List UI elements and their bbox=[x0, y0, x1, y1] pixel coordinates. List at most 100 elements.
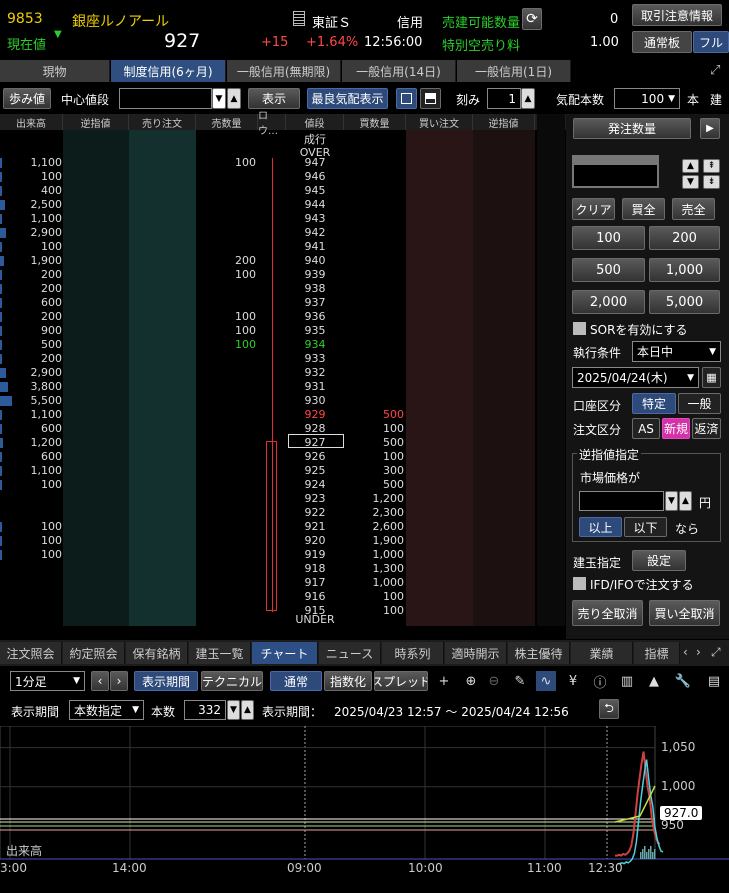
tab-indicators[interactable]: 指標 bbox=[634, 642, 680, 664]
buy-qty-cell[interactable] bbox=[344, 212, 404, 226]
expiry-date-select[interactable]: 2025/04/24(木) ▼ bbox=[572, 367, 699, 388]
price-cell[interactable]: 938 bbox=[286, 282, 344, 296]
buy-qty-cell[interactable]: 1,000 bbox=[344, 576, 405, 590]
price-cell[interactable]: 923 bbox=[286, 492, 344, 506]
buy-qty-cell[interactable] bbox=[344, 254, 404, 268]
price-cell[interactable]: 916 bbox=[286, 590, 344, 604]
interval-select[interactable]: 1分足 ▼ bbox=[10, 671, 85, 691]
tab-news[interactable]: ニュース bbox=[319, 642, 381, 664]
normal-board-button[interactable]: 通常板 bbox=[632, 31, 692, 53]
buy-qty-cell[interactable] bbox=[344, 324, 404, 338]
step-up-icon[interactable]: ▲ bbox=[521, 88, 535, 109]
price-cell[interactable]: 946 bbox=[286, 170, 344, 184]
quote-count-select[interactable]: 100 ▼ bbox=[614, 88, 680, 109]
sell-qty-cell[interactable] bbox=[196, 548, 256, 562]
price-cell[interactable]: 917 bbox=[286, 576, 344, 590]
document-icon[interactable] bbox=[293, 11, 305, 26]
index-mode-button[interactable]: 指数化 bbox=[324, 671, 372, 691]
best-quote-button[interactable]: 最良気配表示 bbox=[307, 88, 388, 109]
sell-qty-cell[interactable] bbox=[196, 576, 256, 590]
tab-positions[interactable]: 建玉一覧 bbox=[189, 642, 251, 664]
sell-qty-cell[interactable] bbox=[196, 492, 256, 506]
buy-qty-cell[interactable]: 500 bbox=[344, 436, 404, 450]
sell-qty-cell[interactable]: 100 bbox=[196, 310, 256, 324]
stop-above-button[interactable]: 以上 bbox=[579, 517, 622, 537]
sell-qty-cell[interactable] bbox=[196, 604, 256, 618]
price-cell[interactable]: 945 bbox=[286, 184, 344, 198]
info-icon[interactable]: ⓘ bbox=[590, 671, 610, 691]
sell-qty-cell[interactable] bbox=[196, 198, 256, 212]
sell-qty-cell[interactable] bbox=[196, 240, 256, 254]
qty-up-icon[interactable]: ▲ bbox=[682, 159, 699, 173]
sell-qty-cell[interactable] bbox=[196, 184, 256, 198]
price-cell[interactable]: 947 bbox=[286, 156, 344, 170]
candle-chart-icon[interactable]: ▥ bbox=[617, 671, 637, 691]
buy-qty-cell[interactable] bbox=[344, 156, 404, 170]
area-chart-icon[interactable]: ▲ bbox=[644, 671, 664, 691]
buy-qty-cell[interactable] bbox=[344, 310, 404, 324]
buy-qty-cell[interactable]: 1,300 bbox=[344, 562, 405, 576]
single-layout-icon[interactable] bbox=[396, 88, 417, 109]
price-cell[interactable]: 936 bbox=[286, 310, 344, 324]
price-cell[interactable]: 934 bbox=[286, 338, 344, 352]
crosshair-icon[interactable]: + bbox=[434, 671, 454, 691]
sell-qty-cell[interactable] bbox=[196, 282, 256, 296]
tab-chart[interactable]: チャート bbox=[252, 642, 318, 664]
price-cell[interactable]: 931 bbox=[286, 380, 344, 394]
buy-qty-cell[interactable] bbox=[344, 366, 404, 380]
buy-qty-cell[interactable]: 100 bbox=[344, 604, 404, 618]
buy-qty-cell[interactable] bbox=[344, 184, 404, 198]
sor-checkbox[interactable] bbox=[573, 322, 586, 335]
center-price-dropdown-icon[interactable]: ▼ bbox=[212, 88, 226, 109]
technical-button[interactable]: テクニカル bbox=[201, 671, 263, 691]
step-input[interactable]: 1 bbox=[487, 88, 521, 109]
bar-count-up-icon[interactable]: ▲ bbox=[241, 700, 254, 720]
sell-qty-cell[interactable] bbox=[196, 422, 256, 436]
buy-qty-cell[interactable] bbox=[344, 198, 404, 212]
qty-1000-button[interactable]: 1,000 bbox=[649, 258, 720, 282]
chart-prev-icon[interactable]: ‹ bbox=[91, 671, 109, 691]
price-cell[interactable]: 924 bbox=[286, 478, 344, 492]
tab-margin-6m[interactable]: 制度信用(6ヶ月) bbox=[111, 60, 226, 82]
buy-all-button[interactable]: 買全 bbox=[622, 198, 665, 220]
expand-icon[interactable]: ⤢ bbox=[710, 63, 720, 78]
price-cell[interactable]: 944 bbox=[286, 198, 344, 212]
settings-icon[interactable]: 🔧 bbox=[673, 671, 693, 691]
sell-all-button[interactable]: 売全 bbox=[672, 198, 715, 220]
price-cell[interactable]: 919 bbox=[286, 548, 344, 562]
price-cell[interactable]: 918 bbox=[286, 562, 344, 576]
price-cell[interactable]: 915 bbox=[286, 604, 344, 618]
order-type-new-button[interactable]: 新規 bbox=[662, 418, 690, 439]
price-cell[interactable]: 935 bbox=[286, 324, 344, 338]
buy-qty-cell[interactable] bbox=[344, 296, 404, 310]
price-cell[interactable]: 932 bbox=[286, 366, 344, 380]
buy-qty-cell[interactable]: 100 bbox=[344, 422, 404, 436]
price-cell[interactable]: 939 bbox=[286, 268, 344, 282]
buy-qty-cell[interactable]: 500 bbox=[344, 478, 404, 492]
buy-qty-cell[interactable] bbox=[344, 338, 404, 352]
calendar-icon[interactable]: ▦ bbox=[702, 367, 721, 388]
sell-qty-cell[interactable] bbox=[196, 212, 256, 226]
tab-order-inquiry[interactable]: 注文照会 bbox=[0, 642, 62, 664]
collapse-icon[interactable]: ▶ bbox=[700, 118, 720, 139]
sell-qty-cell[interactable] bbox=[196, 170, 256, 184]
exec-condition-select[interactable]: 本日中 ▼ bbox=[632, 341, 721, 362]
price-cell[interactable]: 926 bbox=[286, 450, 344, 464]
bar-count-down-icon[interactable]: ▼ bbox=[227, 700, 240, 720]
price-cell[interactable]: 930 bbox=[286, 394, 344, 408]
period-mode-select[interactable]: 本数指定 ▼ bbox=[69, 700, 144, 720]
buy-qty-cell[interactable]: 100 bbox=[344, 590, 404, 604]
buy-qty-cell[interactable] bbox=[344, 352, 404, 366]
tab-benefits[interactable]: 株主優待 bbox=[508, 642, 570, 664]
order-type-as-button[interactable]: AS bbox=[632, 418, 660, 439]
price-cell[interactable]: 933 bbox=[286, 352, 344, 366]
normal-mode-button[interactable]: 通常 bbox=[270, 671, 322, 691]
refresh-icon[interactable]: ⟳ bbox=[522, 8, 542, 30]
tab-general-14d[interactable]: 一般信用(14日) bbox=[342, 60, 456, 82]
sell-qty-cell[interactable] bbox=[196, 450, 256, 464]
buy-qty-cell[interactable] bbox=[344, 170, 404, 184]
stop-price-input[interactable] bbox=[579, 491, 664, 511]
chart-expand-icon[interactable]: ⤢ bbox=[711, 645, 721, 660]
stop-price-down-icon[interactable]: ▼ bbox=[665, 491, 678, 511]
position-setting-button[interactable]: 設定 bbox=[632, 550, 686, 571]
